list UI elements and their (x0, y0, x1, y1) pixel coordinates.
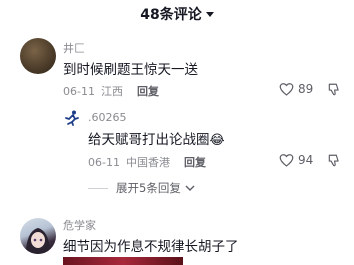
dislike-button[interactable] (327, 153, 341, 172)
comments-header[interactable]: 48条评论 (0, 0, 354, 28)
expand-replies-label: 展开5条回复 (116, 181, 181, 195)
laugh-emoji: 😂 (209, 133, 225, 148)
divider-line (88, 187, 108, 189)
reply-text: 给天赋哥打出论战圈😂 (88, 128, 225, 148)
reply-date: 06-11 (88, 155, 120, 169)
thumbs-down-icon (328, 83, 339, 96)
runner-logo-icon (65, 110, 79, 126)
dislike-button[interactable] (327, 82, 341, 101)
reply-button[interactable]: 回复 (184, 154, 206, 170)
anime-avatar-image (26, 228, 50, 254)
heart-icon (279, 83, 294, 96)
like-button[interactable]: 89 (279, 82, 313, 96)
comment-image-thumbnail[interactable] (63, 257, 183, 265)
comment-text: 细节因为作息不规律长胡子了 (63, 239, 239, 255)
avatar[interactable] (20, 38, 56, 74)
thumbs-down-icon (328, 154, 339, 167)
comment-meta: 06-11 江西 回复 (63, 83, 159, 99)
reply-button[interactable]: 回复 (137, 83, 159, 99)
heart-icon (279, 154, 294, 167)
avatar[interactable] (20, 218, 56, 254)
like-count: 89 (298, 82, 314, 96)
chevron-down-icon (185, 185, 195, 191)
comment-text: 到时候刷题王惊天一送 (63, 62, 198, 78)
reply-avatar[interactable] (63, 109, 81, 127)
caret-down-icon[interactable] (205, 11, 214, 17)
reply-location: 中国香港 (125, 156, 170, 169)
reply-username[interactable]: .60265 (88, 111, 127, 124)
comment-username[interactable]: 危学家 (63, 217, 96, 233)
expand-replies-button[interactable]: 展开5条回复 (88, 180, 195, 196)
comment-count-title: 48条评论 (140, 7, 202, 23)
like-count: 94 (298, 153, 314, 167)
comment-location: 江西 (100, 85, 123, 98)
reply-text-content: 给天赋哥打出论战圈 (88, 132, 210, 148)
reply-meta: 06-11 中国香港 回复 (88, 154, 206, 170)
comment-date: 06-11 (63, 84, 95, 98)
like-button[interactable]: 94 (279, 153, 313, 167)
comment-username[interactable]: 井匚 (63, 40, 85, 56)
